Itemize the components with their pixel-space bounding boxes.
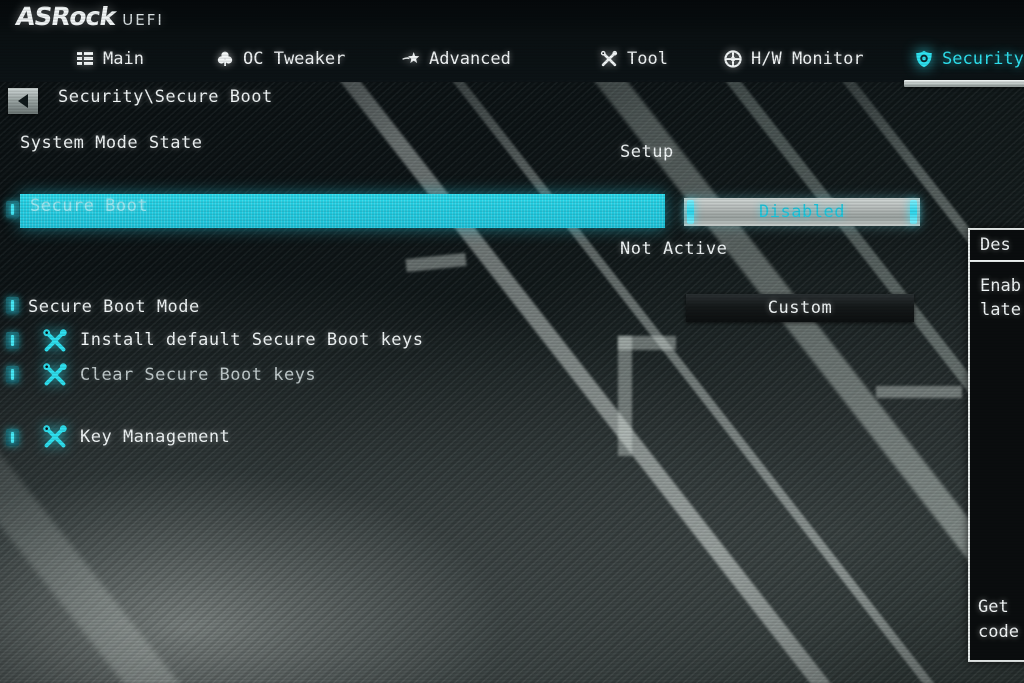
row-secure-boot-mode-label: Secure Boot Mode: [28, 297, 200, 317]
uefi-setup-screen: ASRock UEFI Main OC Tweaker Advanced Too…: [0, 0, 1024, 683]
row-system-mode-state-label: System Mode State: [20, 133, 203, 153]
settings-list: System Mode State Setup Secure Boot Disa…: [0, 0, 1024, 683]
row-system-mode-state-value: Setup: [620, 142, 674, 162]
asrock-logo: ASRock UEFI: [13, 2, 164, 31]
description-panel-title: Des: [970, 230, 1024, 262]
info-marker-icon: [6, 366, 19, 383]
shield-icon: [916, 50, 932, 68]
list-icon: [77, 52, 93, 65]
row-clear-keys-label[interactable]: Clear Secure Boot keys: [80, 365, 316, 385]
secure-boot-dropdown-value: Disabled: [759, 202, 845, 222]
clover-icon: [217, 51, 233, 66]
brand-name: ASRock: [13, 2, 118, 31]
row-key-management-label[interactable]: Key Management: [80, 427, 230, 447]
tab-oc-tweaker[interactable]: OC Tweaker: [216, 36, 345, 82]
description-panel-body: Enab late: [980, 276, 1021, 320]
info-marker-icon: [6, 429, 19, 446]
qr-code-note: Get code: [978, 597, 1019, 642]
tab-advanced[interactable]: Advanced: [402, 36, 511, 82]
row-secure-boot-label: Secure Boot: [30, 196, 149, 216]
tab-label: Security: [942, 49, 1024, 69]
secure-boot-state-text: Not Active: [620, 239, 728, 259]
tools-icon: [600, 50, 618, 67]
tab-tool[interactable]: Tool: [600, 36, 668, 82]
secure-boot-mode-dropdown-value: Custom: [767, 298, 833, 318]
tab-label: Tool: [627, 49, 668, 69]
tools-icon: [43, 363, 67, 386]
tab-label: Advanced: [429, 49, 511, 69]
top-header-bar: ASRock UEFI: [0, 0, 1024, 36]
active-tab-underline: [904, 80, 1024, 87]
tab-label: Main: [103, 49, 144, 69]
main-tab-bar: Main OC Tweaker Advanced Tool H/W Monito…: [0, 36, 1024, 82]
crosshair-icon: [724, 50, 742, 68]
tab-label: OC Tweaker: [243, 49, 346, 69]
info-marker-icon: [6, 332, 19, 349]
tools-icon: [43, 329, 67, 352]
info-marker-icon: [6, 201, 19, 218]
tools-icon: [43, 425, 67, 448]
product-name: UEFI: [122, 11, 164, 29]
tab-hw-monitor[interactable]: H/W Monitor: [724, 36, 864, 82]
row-install-default-keys-label[interactable]: Install default Secure Boot keys: [80, 330, 424, 350]
tab-main[interactable]: Main: [76, 36, 144, 82]
star-icon: [402, 51, 420, 64]
secure-boot-dropdown[interactable]: Disabled: [684, 198, 920, 226]
secure-boot-mode-dropdown[interactable]: Custom: [686, 294, 914, 322]
tab-label: H/W Monitor: [751, 49, 864, 69]
info-marker-icon: [6, 297, 19, 314]
tab-security[interactable]: Security: [915, 36, 1024, 82]
